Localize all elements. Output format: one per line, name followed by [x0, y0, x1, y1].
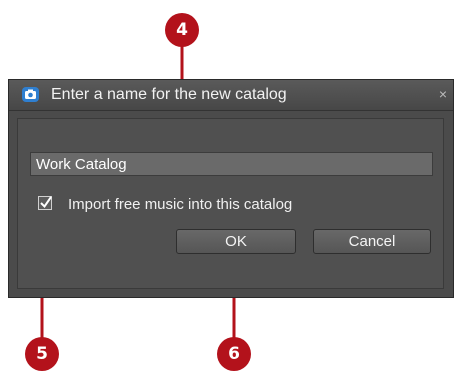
- checkmark-icon: [40, 196, 52, 209]
- catalog-name-input[interactable]: Work Catalog: [30, 152, 433, 176]
- import-music-checkbox[interactable]: [38, 196, 52, 210]
- close-icon[interactable]: ×: [439, 87, 447, 101]
- dialog-titlebar[interactable]: Enter a name for the new catalog ×: [9, 80, 453, 111]
- ok-button[interactable]: OK: [176, 229, 296, 254]
- callout-5: 5: [25, 337, 59, 371]
- import-music-label[interactable]: Import free music into this catalog: [68, 196, 292, 213]
- camera-icon: [22, 87, 39, 102]
- callout-6: 6: [217, 337, 251, 371]
- new-catalog-dialog: Enter a name for the new catalog ×: [8, 79, 454, 298]
- callout-4: 4: [165, 13, 199, 47]
- dialog-title: Enter a name for the new catalog: [51, 86, 287, 103]
- cancel-button[interactable]: Cancel: [313, 229, 431, 254]
